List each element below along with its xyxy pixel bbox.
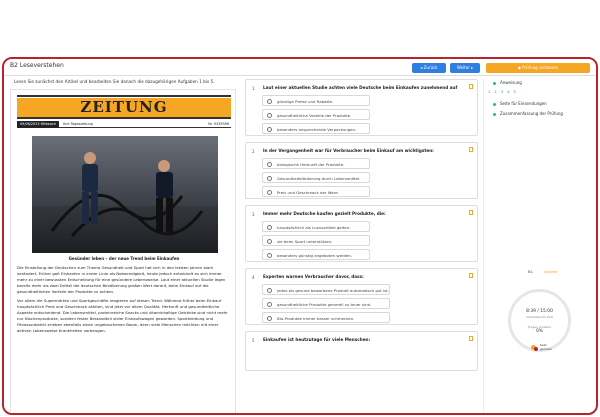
question-text: Immer mehr Deutsche kaufen gezielt Produ… bbox=[263, 211, 386, 216]
answer-option[interactable]: hauptsächlich als Luxusartikel gelten. bbox=[262, 221, 370, 232]
logo-text: best german bbox=[540, 343, 552, 351]
nav-question-2[interactable]: 2 bbox=[494, 90, 496, 94]
nav-question-5[interactable]: 5 bbox=[513, 90, 515, 94]
question-3: 3 Immer mehr Deutsche kaufen gezielt Pro… bbox=[245, 205, 478, 262]
radio-icon bbox=[267, 225, 272, 230]
question-text: Experten warnen Verbraucher davor, dass: bbox=[263, 274, 364, 279]
question-text: Einkaufen ist heutzutage für viele Mensc… bbox=[263, 337, 371, 342]
newspaper: ZEITUNG 09/06/2023 Mittwoch Ihre Tagesze… bbox=[17, 95, 231, 128]
bookmark-icon[interactable] bbox=[469, 210, 473, 215]
timer-label: Verbleibende Zeit bbox=[526, 315, 553, 319]
progress-percent: 0% bbox=[536, 329, 543, 334]
newspaper-date: 09/06/2023 Mittwoch bbox=[17, 120, 60, 128]
question-number: 3 bbox=[252, 212, 255, 217]
newspaper-number: Nr. 9339396 bbox=[208, 122, 229, 126]
answer-option[interactable]: besonders ansprechende Verpackungen. bbox=[262, 123, 370, 134]
newspaper-section: Ihre Tageszeitung bbox=[63, 122, 93, 126]
level-badge: B1 bbox=[528, 269, 534, 274]
radio-icon bbox=[267, 316, 272, 321]
mid-rule bbox=[17, 117, 231, 119]
answer-option[interactable]: Preis und Geschmack der Ware. bbox=[262, 186, 370, 197]
question-number: 4 bbox=[252, 275, 255, 280]
exam-window: B2 Leseverstehen ◂ Zurück Weiter ▸ ◆ Prü… bbox=[2, 57, 598, 415]
answer-option[interactable]: sie beim Sport unterstützen. bbox=[262, 235, 370, 246]
nav-question-3[interactable]: 3 bbox=[501, 90, 503, 94]
nav-question-4[interactable]: 4 bbox=[507, 90, 509, 94]
progress-ring-content: 8:39 / 15:00 Verbleibende Zeit Fragen er… bbox=[511, 309, 568, 334]
leave-exam-button[interactable]: ◆ Prüfung verlassen bbox=[486, 63, 590, 73]
logo-mark-icon bbox=[534, 347, 538, 351]
answer-option[interactable]: günstige Preise und Rabatte. bbox=[262, 95, 370, 106]
answer-option[interactable]: besonders günstig angeboten werden. bbox=[262, 249, 370, 260]
questions-panel[interactable]: 1 Laut einer aktuellen Studie achten vie… bbox=[245, 79, 479, 413]
radio-icon bbox=[267, 162, 272, 167]
article-panel[interactable]: ZEITUNG 09/06/2023 Mittwoch Ihre Tagesze… bbox=[10, 89, 236, 413]
article-photo bbox=[32, 136, 218, 253]
answer-option[interactable]: gesundheitliche Produkte generell zu teu… bbox=[262, 298, 390, 309]
radio-icon bbox=[267, 190, 272, 195]
answered-label: Gesetz bbox=[544, 269, 558, 274]
question-text: In der Vergangenheit war für Verbraucher… bbox=[263, 148, 434, 153]
question-text: Laut einer aktuellen Studie achten viele… bbox=[263, 85, 458, 90]
radio-icon bbox=[267, 99, 272, 104]
radio-icon bbox=[267, 302, 272, 307]
timer: 8:39 / 15:00 bbox=[526, 309, 553, 314]
question-2: 2 In der Vergangenheit war für Verbrauch… bbox=[245, 142, 478, 199]
brand-logo: best german bbox=[531, 343, 553, 352]
radio-icon bbox=[267, 239, 272, 244]
question-number: 2 bbox=[252, 149, 255, 154]
radio-icon bbox=[267, 176, 272, 181]
photo-figures bbox=[50, 152, 204, 237]
top-rule bbox=[17, 95, 231, 97]
article-body: Die Einstellung der Deutschen zum Thema … bbox=[17, 265, 231, 337]
radio-icon bbox=[267, 127, 272, 132]
sidebar-item-instructions[interactable]: Anweisung bbox=[493, 80, 522, 85]
question-navigator: 1 2 3 4 5 bbox=[488, 90, 519, 94]
bookmark-icon[interactable] bbox=[469, 273, 473, 278]
exam-sidebar: 1 2 3 4 5 Anweisung Seite für Einsendung… bbox=[483, 79, 596, 413]
sidebar-item-summary[interactable]: Zusammenfassung der Prüfung bbox=[493, 111, 563, 116]
newspaper-meta: 09/06/2023 Mittwoch Ihre Tageszeitung Nr… bbox=[17, 120, 231, 128]
bookmark-icon[interactable] bbox=[469, 84, 473, 89]
bookmark-icon[interactable] bbox=[469, 336, 473, 341]
answer-option[interactable]: Gesundheitsförderung durch Lebensmittel. bbox=[262, 172, 370, 183]
radio-icon bbox=[267, 253, 272, 258]
back-button[interactable]: ◂ Zurück bbox=[412, 63, 446, 73]
sidebar-item-submissions[interactable]: Seite für Einsendungen bbox=[493, 101, 547, 106]
answer-option[interactable]: biologische Herkunft der Produkte. bbox=[262, 158, 370, 169]
bookmark-icon[interactable] bbox=[469, 147, 473, 152]
article-paragraph: Die Einstellung der Deutschen zum Thema … bbox=[17, 265, 226, 294]
masthead: ZEITUNG bbox=[17, 98, 231, 117]
status-dot-icon bbox=[493, 102, 496, 106]
page-title: B2 Leseverstehen bbox=[10, 62, 64, 69]
photo-caption: Gesünder leben – der neue Trend beim Ein… bbox=[68, 256, 180, 261]
top-bar: B2 Leseverstehen ◂ Zurück Weiter ▸ ◆ Prü… bbox=[4, 59, 596, 76]
question-5: 5 Einkaufen ist heutzutage für viele Men… bbox=[245, 331, 478, 371]
answer-option[interactable]: Bio-Produkte immer besser schmecken. bbox=[262, 312, 390, 323]
radio-icon bbox=[267, 288, 272, 293]
question-number: 1 bbox=[252, 86, 255, 91]
instructions: Lesen Sie zunächst den Artikel und bearb… bbox=[14, 79, 215, 84]
radio-icon bbox=[267, 113, 272, 118]
question-4: 4 Experten warnen Verbraucher davor, das… bbox=[245, 268, 478, 325]
next-button[interactable]: Weiter ▸ bbox=[450, 63, 480, 73]
question-number: 5 bbox=[252, 338, 255, 343]
status-dot-icon bbox=[493, 81, 496, 85]
question-1: 1 Laut einer aktuellen Studie achten vie… bbox=[245, 79, 478, 136]
status-dot-icon bbox=[493, 112, 496, 116]
answer-option[interactable]: gesundheitliche Vorteile der Produkte. bbox=[262, 109, 370, 120]
article-paragraph: Vor allem die Supermärkte und Sportgesch… bbox=[17, 298, 228, 333]
answer-option[interactable]: jedes als gesund beworbene Produkt autom… bbox=[262, 284, 390, 295]
nav-question-1[interactable]: 1 bbox=[488, 90, 490, 94]
